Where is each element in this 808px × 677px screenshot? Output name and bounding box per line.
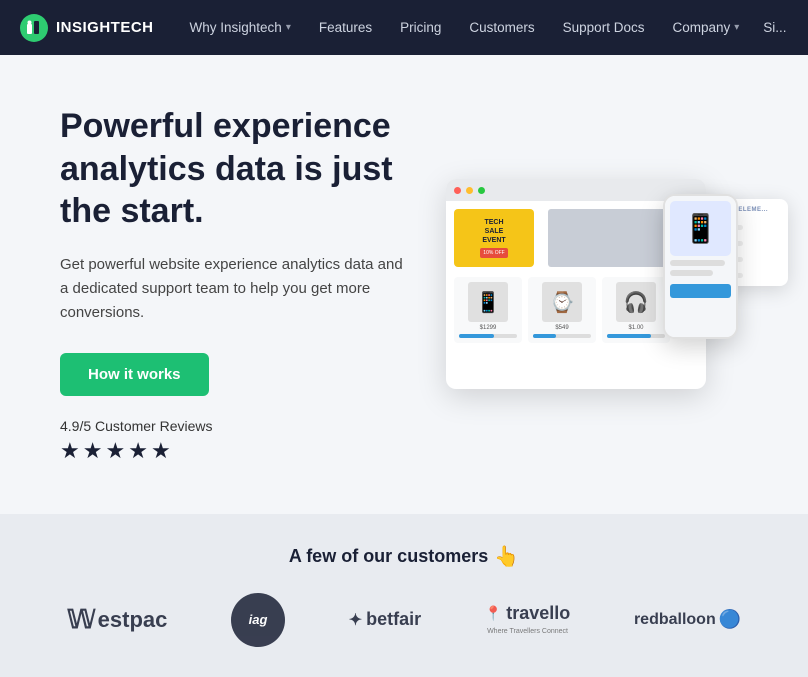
product-price-1: $1299 xyxy=(480,325,497,331)
product-img-phone: 📱 xyxy=(468,282,508,322)
logo[interactable]: INSIGHTECH xyxy=(20,14,154,42)
chevron-down-icon: ▾ xyxy=(286,22,291,33)
logo-iag: iag xyxy=(231,593,285,647)
phone-bar-1 xyxy=(670,260,725,266)
travello-top: 📍 travello xyxy=(485,604,570,624)
star-rating: ★ ★ ★ ★ ★ xyxy=(60,438,404,464)
travello-pin-icon: 📍 xyxy=(485,606,502,621)
discount-badge: 10% OFF xyxy=(480,248,507,258)
logo-redballoon: redballoon 🔵 xyxy=(634,609,741,630)
product-card-2: ⌚ $549 xyxy=(528,277,596,343)
banner-text: TECHSALEEVENT xyxy=(482,218,505,245)
hero-section: Powerful experience analytics data is ju… xyxy=(0,55,808,514)
star-2: ★ xyxy=(83,438,103,464)
iag-text: iag xyxy=(249,612,268,627)
betfair-text: betfair xyxy=(366,609,421,630)
product-bar-fill-1 xyxy=(459,334,494,338)
hero-reviews: 4.9/5 Customer Reviews ★ ★ ★ ★ ★ xyxy=(60,418,404,464)
hero-title: Powerful experience analytics data is ju… xyxy=(60,105,404,233)
logo-westpac: 𝕎 estpac xyxy=(67,604,168,635)
redballoon-text: redballoon xyxy=(634,611,716,629)
nav-links: Why Insightech ▾ Features Pricing Custom… xyxy=(178,14,752,41)
star-1: ★ xyxy=(60,438,80,464)
customers-heading: A few of our customers 👆 xyxy=(40,544,768,569)
star-5: ★ xyxy=(151,438,171,464)
logo-betfair: ✦ betfair xyxy=(349,609,421,630)
browser-dot-maximize xyxy=(478,187,485,194)
product-bar-fill-2 xyxy=(533,334,556,338)
product-price-2: $549 xyxy=(555,325,568,331)
logo-travello: 📍 travello Where Travellers Connect xyxy=(485,604,570,635)
hero-mockup: TECHSALEEVENT 10% OFF 📱 $1299 ⌚ xyxy=(404,144,748,424)
phone-screen: 📱 xyxy=(665,196,736,337)
product-card-1: 📱 $1299 xyxy=(454,277,522,343)
betfair-star-icon: ✦ xyxy=(349,610,362,630)
review-score: 4.9/5 Customer Reviews xyxy=(60,418,404,434)
nav-pricing[interactable]: Pricing xyxy=(388,14,453,41)
customers-logos: 𝕎 estpac iag ✦ betfair 📍 travello Where … xyxy=(40,593,768,647)
product-bar-3 xyxy=(607,334,665,338)
nav-company[interactable]: Company ▾ xyxy=(660,14,751,41)
navbar: INSIGHTECH Why Insightech ▾ Features Pri… xyxy=(0,0,808,55)
westpac-text: estpac xyxy=(98,607,168,633)
logo-text: INSIGHTECH xyxy=(56,19,154,36)
phone-product-image: 📱 xyxy=(670,201,731,256)
redballoon-icon: 🔵 xyxy=(719,609,741,630)
nav-support-docs[interactable]: Support Docs xyxy=(551,14,657,41)
product-img-watch: ⌚ xyxy=(542,282,582,322)
product-bar-fill-3 xyxy=(607,334,651,338)
westpac-w-icon: 𝕎 xyxy=(67,604,96,635)
hand-icon: 👆 xyxy=(494,544,519,569)
travello-subtitle: Where Travellers Connect xyxy=(487,628,568,636)
phone-cta-button xyxy=(670,284,731,298)
logo-icon xyxy=(20,14,48,42)
nav-customers[interactable]: Customers xyxy=(457,14,546,41)
hero-content: Powerful experience analytics data is ju… xyxy=(60,105,404,464)
product-img-headphones: 🎧 xyxy=(616,282,656,322)
phone-mockup: 📱 xyxy=(663,194,738,339)
nav-signin[interactable]: Si... xyxy=(751,14,798,41)
star-3: ★ xyxy=(105,438,125,464)
product-price-3: $1.00 xyxy=(628,325,643,331)
chevron-down-icon-2: ▾ xyxy=(734,22,739,33)
hero-subtitle: Get powerful website experience analytic… xyxy=(60,253,404,325)
nav-features[interactable]: Features xyxy=(307,14,384,41)
nav-why-insightech[interactable]: Why Insightech ▾ xyxy=(178,14,303,41)
tech-sale-banner: TECHSALEEVENT 10% OFF xyxy=(454,209,534,267)
product-card-3: 🎧 $1.00 xyxy=(602,277,670,343)
browser-dot-close xyxy=(454,187,461,194)
product-bar-1 xyxy=(459,334,517,338)
phone-bar-2 xyxy=(670,270,713,276)
star-4: ★ xyxy=(128,438,148,464)
travello-text: travello xyxy=(506,604,570,624)
browser-dot-minimize xyxy=(466,187,473,194)
customers-section: A few of our customers 👆 𝕎 estpac iag ✦ … xyxy=(0,514,808,677)
product-row: 📱 $1299 ⌚ $549 🎧 xyxy=(454,277,698,343)
how-it-works-button[interactable]: How it works xyxy=(60,353,209,396)
customers-heading-text: A few of our customers xyxy=(289,546,488,567)
product-bar-2 xyxy=(533,334,591,338)
